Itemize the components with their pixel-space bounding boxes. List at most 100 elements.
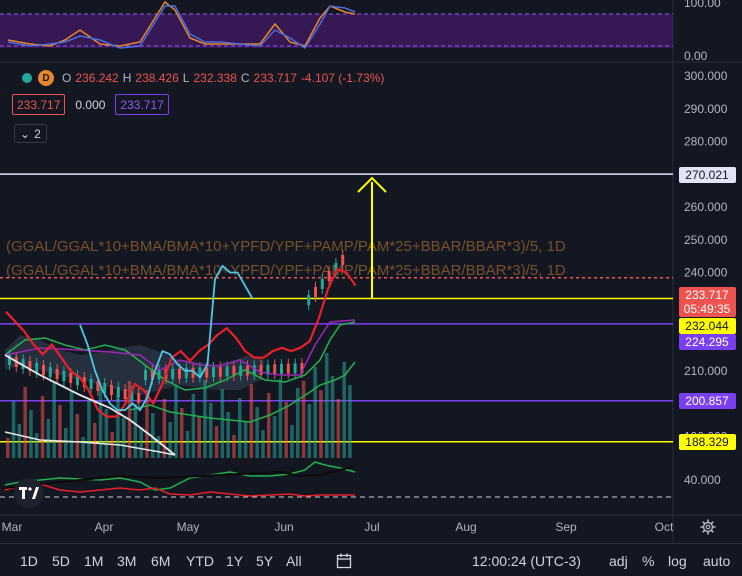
open-value: 236.242	[75, 71, 119, 85]
candle-body	[62, 371, 66, 381]
candle-body	[212, 367, 215, 377]
price-tick-label: 260.000	[684, 200, 728, 214]
volume-bar	[232, 435, 236, 458]
formula-text-upper: (GGAL/GGAL*10+BMA/BMA*10+YPFD/YPF+PAMP/P…	[6, 238, 566, 255]
interval-badge[interactable]: D	[38, 70, 54, 86]
chart-root[interactable]: (GGAL/GGAL*10+BMA/BMA*10+YPFD/YPF+PAMP/P…	[0, 0, 742, 576]
volume-bar	[284, 402, 288, 458]
candle-body	[42, 365, 45, 375]
indicator-values-row: 233.717 0.000 233.717	[12, 94, 169, 115]
percent-toggle[interactable]: %	[642, 553, 654, 569]
candle-body	[171, 368, 175, 379]
gear-icon[interactable]	[700, 519, 716, 535]
volume-bar	[226, 412, 230, 458]
candle-body	[110, 385, 113, 395]
volume-bar	[209, 403, 213, 458]
oscillator-tick-label: 0.00	[684, 49, 708, 63]
volume-bar	[40, 396, 45, 458]
candle-body	[341, 255, 345, 265]
volume-bar	[17, 424, 22, 458]
candle-body	[137, 393, 141, 403]
log-toggle[interactable]: log	[668, 553, 687, 569]
low-label: L	[182, 71, 190, 85]
tradingview-logo[interactable]	[14, 478, 44, 508]
candle-body	[307, 295, 311, 305]
auto-toggle[interactable]: auto	[703, 553, 730, 569]
adj-toggle[interactable]: adj	[609, 553, 628, 569]
volume-bar	[6, 438, 10, 458]
price-tick-label: 240.000	[684, 266, 728, 280]
volume-bar	[278, 379, 283, 458]
volume-bar	[272, 416, 277, 458]
volume-bar	[238, 398, 242, 458]
volume-bar	[122, 418, 126, 458]
timeframe-ytd[interactable]: YTD	[186, 553, 214, 569]
high-value: 238.426	[135, 71, 179, 85]
volume-bar	[139, 427, 143, 458]
volume-bar	[319, 390, 323, 458]
price-axis-label: 200.857	[685, 394, 729, 408]
candle-body	[293, 363, 297, 374]
timeframe-6m[interactable]: 6M	[151, 553, 170, 569]
candle-body	[280, 364, 283, 374]
volume-bar	[191, 394, 196, 458]
oscillator-tick-label: 100.00	[684, 0, 721, 10]
volume-bar	[35, 433, 39, 458]
volume-bar	[58, 405, 62, 458]
candle-body	[320, 279, 324, 289]
open-label: O	[62, 71, 72, 85]
volume-bar	[267, 393, 271, 458]
time-tick-label: Apr	[95, 520, 114, 534]
timeframe-5d[interactable]: 5D	[52, 553, 70, 569]
candle-body	[48, 367, 52, 377]
price-axis-label: 270.021	[685, 168, 729, 182]
volume-bar	[11, 401, 16, 458]
volume-bar	[46, 419, 51, 458]
timeframe-1d[interactable]: 1D	[20, 553, 38, 569]
volume-bar	[307, 404, 312, 458]
price-tick-label: 250.000	[684, 233, 728, 247]
candle-body	[259, 364, 263, 375]
candle-body	[273, 364, 277, 375]
candle-body	[89, 379, 93, 389]
price-axis-label: 188.329	[685, 435, 729, 449]
time-tick-label: Jul	[364, 520, 379, 534]
price-tick-label: 210.000	[684, 364, 728, 378]
timeframe-1y[interactable]: 1Y	[226, 553, 243, 569]
volume-bar	[180, 408, 184, 458]
candle-body	[69, 373, 73, 383]
price-tick-label: 40.000	[684, 473, 721, 487]
candle-body	[184, 368, 188, 379]
price-axis-label: 233.717	[685, 288, 729, 302]
change-value: -4.107 (-1.73%)	[300, 71, 385, 85]
close-value: 233.717	[253, 71, 297, 85]
timeframe-all[interactable]: All	[286, 553, 302, 569]
lower-line-black	[4, 465, 356, 489]
ohlc-legend: D O 236.242 H 238.426 L 232.338 C 233.717 -4…	[22, 70, 384, 86]
chart-canvas[interactable]: (GGAL/GGAL*10+BMA/BMA*10+YPFD/YPF+PAMP/P…	[0, 0, 742, 576]
volume-bar	[116, 395, 120, 458]
clock-timezone[interactable]: 12:00:24 (UTC-3)	[472, 553, 581, 569]
indicator-value-red: 233.717	[12, 94, 66, 115]
volume-bar	[156, 436, 161, 458]
timeframe-1m[interactable]: 1M	[84, 553, 103, 569]
volume-bar	[313, 367, 317, 458]
timeframe-3m[interactable]: 3M	[117, 553, 136, 569]
collapse-indicators-button[interactable]: ⌄ 2	[14, 124, 47, 143]
candle-body	[116, 387, 120, 397]
calendar-icon[interactable]	[336, 553, 352, 569]
chevron-down-icon: ⌄	[20, 126, 31, 141]
candle-body	[144, 370, 147, 380]
volume-bar	[87, 400, 91, 458]
price-tick-label: 300.000	[684, 69, 728, 83]
volume-bar	[64, 428, 68, 458]
volume-bar	[133, 404, 138, 458]
candle-body	[327, 271, 331, 281]
status-dot-icon	[22, 73, 32, 83]
volume-bar	[301, 381, 306, 458]
volume-bar	[261, 430, 265, 458]
timeframe-5y[interactable]: 5Y	[256, 553, 273, 569]
time-tick-label: Sep	[555, 520, 577, 534]
time-tick-label: Jun	[274, 520, 293, 534]
time-tick-label: Mar	[2, 520, 23, 534]
